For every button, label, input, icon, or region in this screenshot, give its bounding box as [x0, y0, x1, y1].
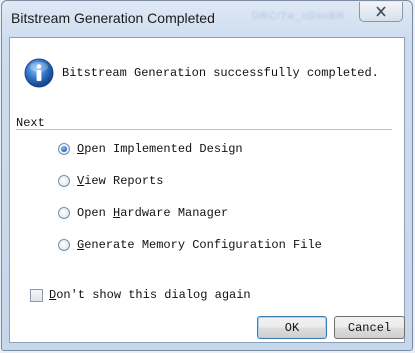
option-label: View Reports: [77, 174, 164, 188]
checkbox-label: Don't show this dialog again: [49, 288, 251, 302]
info-icon: [24, 58, 54, 88]
option-label: Generate Memory Configuration File: [77, 238, 322, 252]
option-view-reports[interactable]: View Reports: [58, 174, 163, 188]
option-open-implemented-design[interactable]: Open Implemented Design: [58, 142, 243, 156]
section-divider: [16, 129, 392, 130]
dont-show-again-checkbox[interactable]: [30, 288, 43, 302]
radio-button[interactable]: [58, 207, 70, 219]
dialog-window: Bitstream Generation Completed DRC/Tw_nD…: [1, 0, 413, 351]
close-button[interactable]: [359, 2, 403, 22]
option-open-hardware-manager[interactable]: Open Hardware Manager: [58, 206, 228, 220]
radio-button[interactable]: [58, 143, 70, 155]
ok-button[interactable]: OK: [257, 316, 327, 339]
window-title: Bitstream Generation Completed: [11, 10, 215, 26]
completion-message: Bitstream Generation successfully comple…: [62, 66, 379, 80]
close-icon: [376, 6, 386, 17]
option-generate-memory-configuration-file[interactable]: Generate Memory Configuration File: [58, 238, 322, 252]
dont-show-again-row[interactable]: Don't show this dialog again: [30, 288, 251, 302]
option-label: Open Implemented Design: [77, 142, 243, 156]
option-label: Open Hardware Manager: [77, 206, 229, 220]
window-title-background-text: DRC/Tw_nDsnBR: [252, 11, 346, 22]
radio-button[interactable]: [58, 239, 70, 251]
next-section-label: Next: [16, 116, 45, 130]
title-bar[interactable]: Bitstream Generation Completed DRC/Tw_nD…: [2, 1, 412, 37]
message-row: Bitstream Generation successfully comple…: [24, 58, 379, 88]
cancel-button[interactable]: Cancel: [334, 316, 405, 339]
radio-button[interactable]: [58, 175, 70, 187]
dialog-content: Bitstream Generation successfully comple…: [9, 37, 405, 343]
